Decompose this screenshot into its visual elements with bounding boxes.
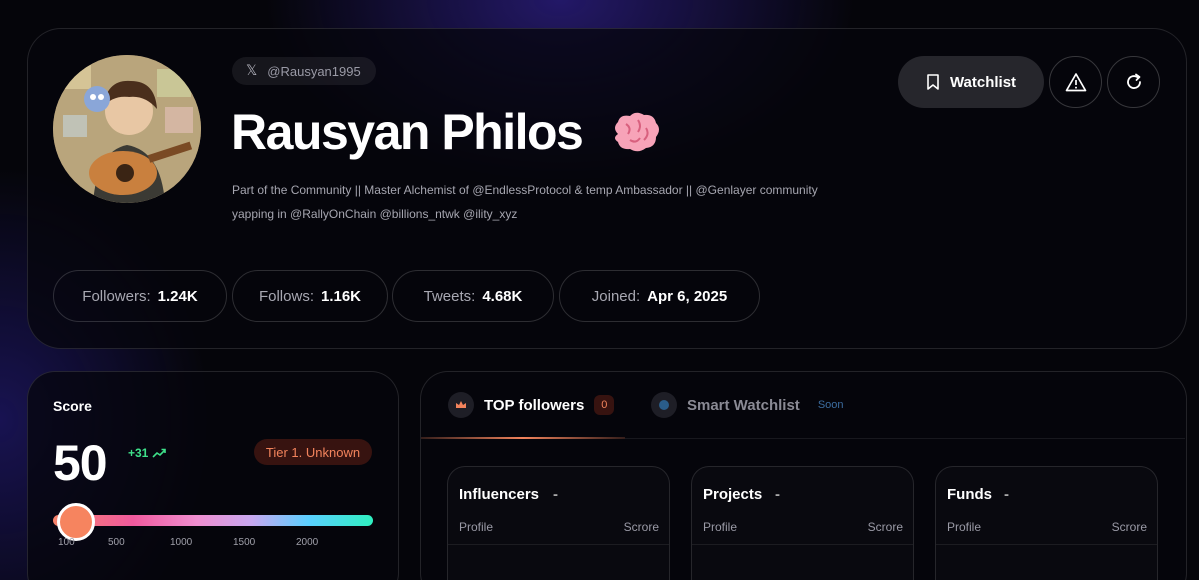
watchlist-dot-icon xyxy=(651,392,677,418)
column-header-profile: Profile xyxy=(459,520,494,534)
watchlist-button[interactable]: Watchlist xyxy=(898,56,1044,108)
column-header-score: Scrore xyxy=(1111,520,1147,534)
handle-text: @Rausyan1995 xyxy=(267,63,361,79)
brain-icon xyxy=(608,110,662,154)
category-title: Projects xyxy=(703,486,763,503)
stat-tweets: Tweets: 4.68K xyxy=(392,270,554,322)
stat-value: 1.16K xyxy=(320,287,362,305)
stat-value: 1.24K xyxy=(157,287,198,305)
trend-up-icon xyxy=(152,448,167,458)
score-tick: 2000 xyxy=(296,537,319,548)
divider xyxy=(692,544,913,545)
score-bar xyxy=(53,515,373,526)
soon-badge: Soon xyxy=(817,399,844,411)
warning-icon xyxy=(1065,73,1086,92)
category-title: Funds xyxy=(947,486,992,503)
tab-divider xyxy=(625,438,1185,439)
tab-top-followers[interactable]: TOP followers 0 xyxy=(448,390,615,420)
tier-badge: Tier 1. Unknown xyxy=(254,439,372,465)
score-title: Score xyxy=(53,398,92,414)
refresh-button[interactable] xyxy=(1107,56,1160,108)
tab-label: Smart Watchlist xyxy=(687,396,800,414)
bio-line: Part of the Community || Master Alchemis… xyxy=(232,183,818,197)
handle-pill[interactable]: 𝕏 @Rausyan1995 xyxy=(232,57,376,85)
projects-card: Projects - Profile Scrore xyxy=(691,466,914,580)
stat-label: Follows: xyxy=(258,287,314,305)
category-value: - xyxy=(553,486,558,503)
score-value: 50 xyxy=(53,435,108,491)
divider xyxy=(448,544,669,545)
x-logo-icon: 𝕏 xyxy=(246,63,258,79)
score-tick: 1500 xyxy=(233,537,256,548)
tab-label: TOP followers xyxy=(484,396,585,414)
report-button[interactable] xyxy=(1049,56,1102,108)
stat-label: Joined: xyxy=(591,287,641,305)
bookmark-icon xyxy=(927,74,939,90)
bio: Part of the Community || Master Alchemis… xyxy=(232,178,872,226)
stat-value: 4.68K xyxy=(482,287,523,305)
score-tick: 100 xyxy=(58,537,75,548)
stat-value: Apr 6, 2025 xyxy=(647,287,728,305)
category-value: - xyxy=(1004,486,1009,503)
avatar xyxy=(53,55,201,203)
score-tick: 1000 xyxy=(170,537,193,548)
score-delta: +31 xyxy=(128,446,167,460)
stat-joined: Joined: Apr 6, 2025 xyxy=(559,270,760,322)
stat-follows: Follows: 1.16K xyxy=(232,270,388,322)
display-name: Rausyan Philos xyxy=(231,104,584,160)
refresh-icon xyxy=(1126,73,1141,89)
column-header-score: Scrore xyxy=(867,520,903,534)
score-knob xyxy=(57,503,95,541)
tab-smart-watchlist[interactable]: Smart Watchlist Soon xyxy=(651,390,844,420)
influencers-card: Influencers - Profile Scrore xyxy=(447,466,670,580)
score-delta-text: +31 xyxy=(128,446,149,460)
crown-icon xyxy=(448,392,474,418)
divider xyxy=(936,544,1157,545)
tab-count: 0 xyxy=(594,395,615,415)
score-tick: 500 xyxy=(108,537,125,548)
stat-followers: Followers: 1.24K xyxy=(53,270,227,322)
column-header-profile: Profile xyxy=(947,520,982,534)
column-header-profile: Profile xyxy=(703,520,738,534)
active-tab-underline xyxy=(421,437,625,439)
stat-label: Tweets: xyxy=(423,287,476,305)
column-header-score: Scrore xyxy=(623,520,659,534)
watchlist-label: Watchlist xyxy=(949,73,1017,91)
category-title: Influencers xyxy=(459,486,540,503)
funds-card: Funds - Profile Scrore xyxy=(935,466,1158,580)
stat-label: Followers: xyxy=(82,287,151,305)
bio-line: yapping in @RallyOnChain @billions_ntwk … xyxy=(232,207,518,221)
category-value: - xyxy=(775,486,780,503)
